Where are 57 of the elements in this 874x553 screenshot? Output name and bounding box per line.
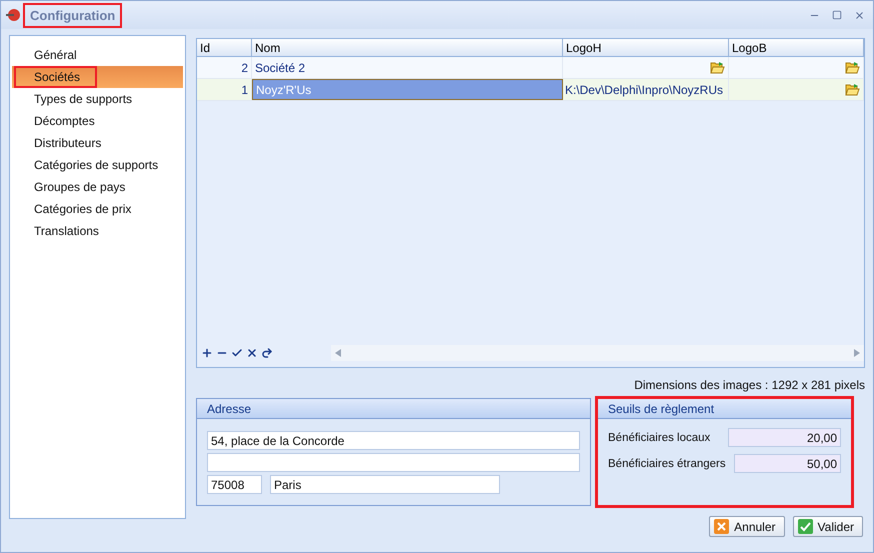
scroll-left-icon[interactable] bbox=[335, 349, 341, 357]
sidebar-item[interactable]: Translations bbox=[12, 220, 183, 242]
panel-title: Seuils de règlement bbox=[598, 399, 851, 419]
sidebar-label: Groupes de pays bbox=[33, 179, 126, 196]
add-icon[interactable] bbox=[201, 347, 213, 359]
sidebar-item[interactable]: Catégories de supports bbox=[12, 154, 183, 176]
table-row[interactable]: 1 Noyz'R'Us K:\Dev\Delphi\Inpro\NoyzRUs bbox=[197, 79, 864, 101]
sidebar-label: Catégories de supports bbox=[33, 157, 160, 174]
sidebar-item[interactable]: Types de supports bbox=[12, 88, 183, 110]
sidebar-item[interactable]: Groupes de pays bbox=[12, 176, 183, 198]
table-cell: Noyz'R'Us bbox=[252, 79, 563, 100]
sidebar-label: Général bbox=[33, 47, 78, 64]
field-label: Bénéficiaires étrangers bbox=[608, 458, 726, 470]
city-field[interactable]: Paris bbox=[270, 475, 500, 494]
refresh-icon[interactable] bbox=[261, 347, 273, 359]
cancel-icon bbox=[714, 519, 730, 534]
sidebar-label: Catégories de prix bbox=[33, 201, 132, 218]
scroll-right-icon[interactable] bbox=[854, 349, 860, 357]
cancel-icon[interactable] bbox=[246, 347, 258, 359]
sidebar-item[interactable]: Catégories de prix bbox=[12, 198, 183, 220]
amount-field[interactable]: 20,00 bbox=[728, 428, 841, 447]
app-icon bbox=[5, 7, 21, 23]
sidebar-item[interactable]: Général bbox=[12, 44, 183, 66]
sidebar-label: Distributeurs bbox=[33, 135, 102, 152]
column-header[interactable]: Nom bbox=[252, 39, 563, 56]
folder-icon[interactable] bbox=[845, 83, 860, 96]
column-header[interactable]: LogoH bbox=[563, 39, 729, 56]
sidebar-label: Sociétés bbox=[14, 66, 98, 88]
address-line-field[interactable] bbox=[207, 453, 580, 472]
folder-icon[interactable] bbox=[845, 61, 860, 74]
check-icon[interactable] bbox=[231, 347, 243, 359]
check-icon bbox=[798, 519, 813, 534]
sidebar-label: Décomptes bbox=[33, 113, 96, 130]
folder-icon[interactable] bbox=[710, 61, 725, 74]
field-label: Bénéficiaires locaux bbox=[608, 432, 712, 444]
table-cell: Société 2 bbox=[252, 57, 563, 78]
table-cell: K:\Dev\Delphi\Inpro\NoyzRUs bbox=[564, 82, 723, 96]
table-cell: 2 bbox=[197, 57, 252, 78]
panel-title: Adresse bbox=[197, 399, 590, 419]
address-line-field[interactable]: 54, place de la Concorde bbox=[207, 431, 580, 450]
postcode-field[interactable]: 75008 bbox=[207, 475, 262, 494]
ok-button[interactable]: Valider bbox=[792, 516, 863, 537]
column-header[interactable]: LogoB bbox=[729, 39, 864, 56]
window-title: Configuration bbox=[23, 2, 122, 28]
column-header[interactable]: Id bbox=[197, 39, 252, 56]
image-dimensions: Dimensions des images : 1292 x 281 pixels bbox=[633, 377, 865, 394]
sidebar-item[interactable]: Décomptes bbox=[12, 110, 183, 132]
close-icon[interactable] bbox=[854, 10, 865, 20]
sidebar-label: Translations bbox=[33, 223, 100, 240]
cancel-button[interactable]: Annuler bbox=[709, 516, 785, 537]
sidebar-item[interactable]: Distributeurs bbox=[12, 132, 183, 154]
amount-field[interactable]: 50,00 bbox=[734, 454, 841, 473]
sidebar-item[interactable]: Sociétés bbox=[12, 66, 183, 88]
maximize-icon[interactable] bbox=[832, 10, 842, 20]
table-row[interactable]: 2 Société 2 bbox=[197, 57, 864, 79]
horizontal-scrollbar[interactable] bbox=[331, 345, 864, 361]
sidebar-label: Types de supports bbox=[33, 91, 134, 108]
